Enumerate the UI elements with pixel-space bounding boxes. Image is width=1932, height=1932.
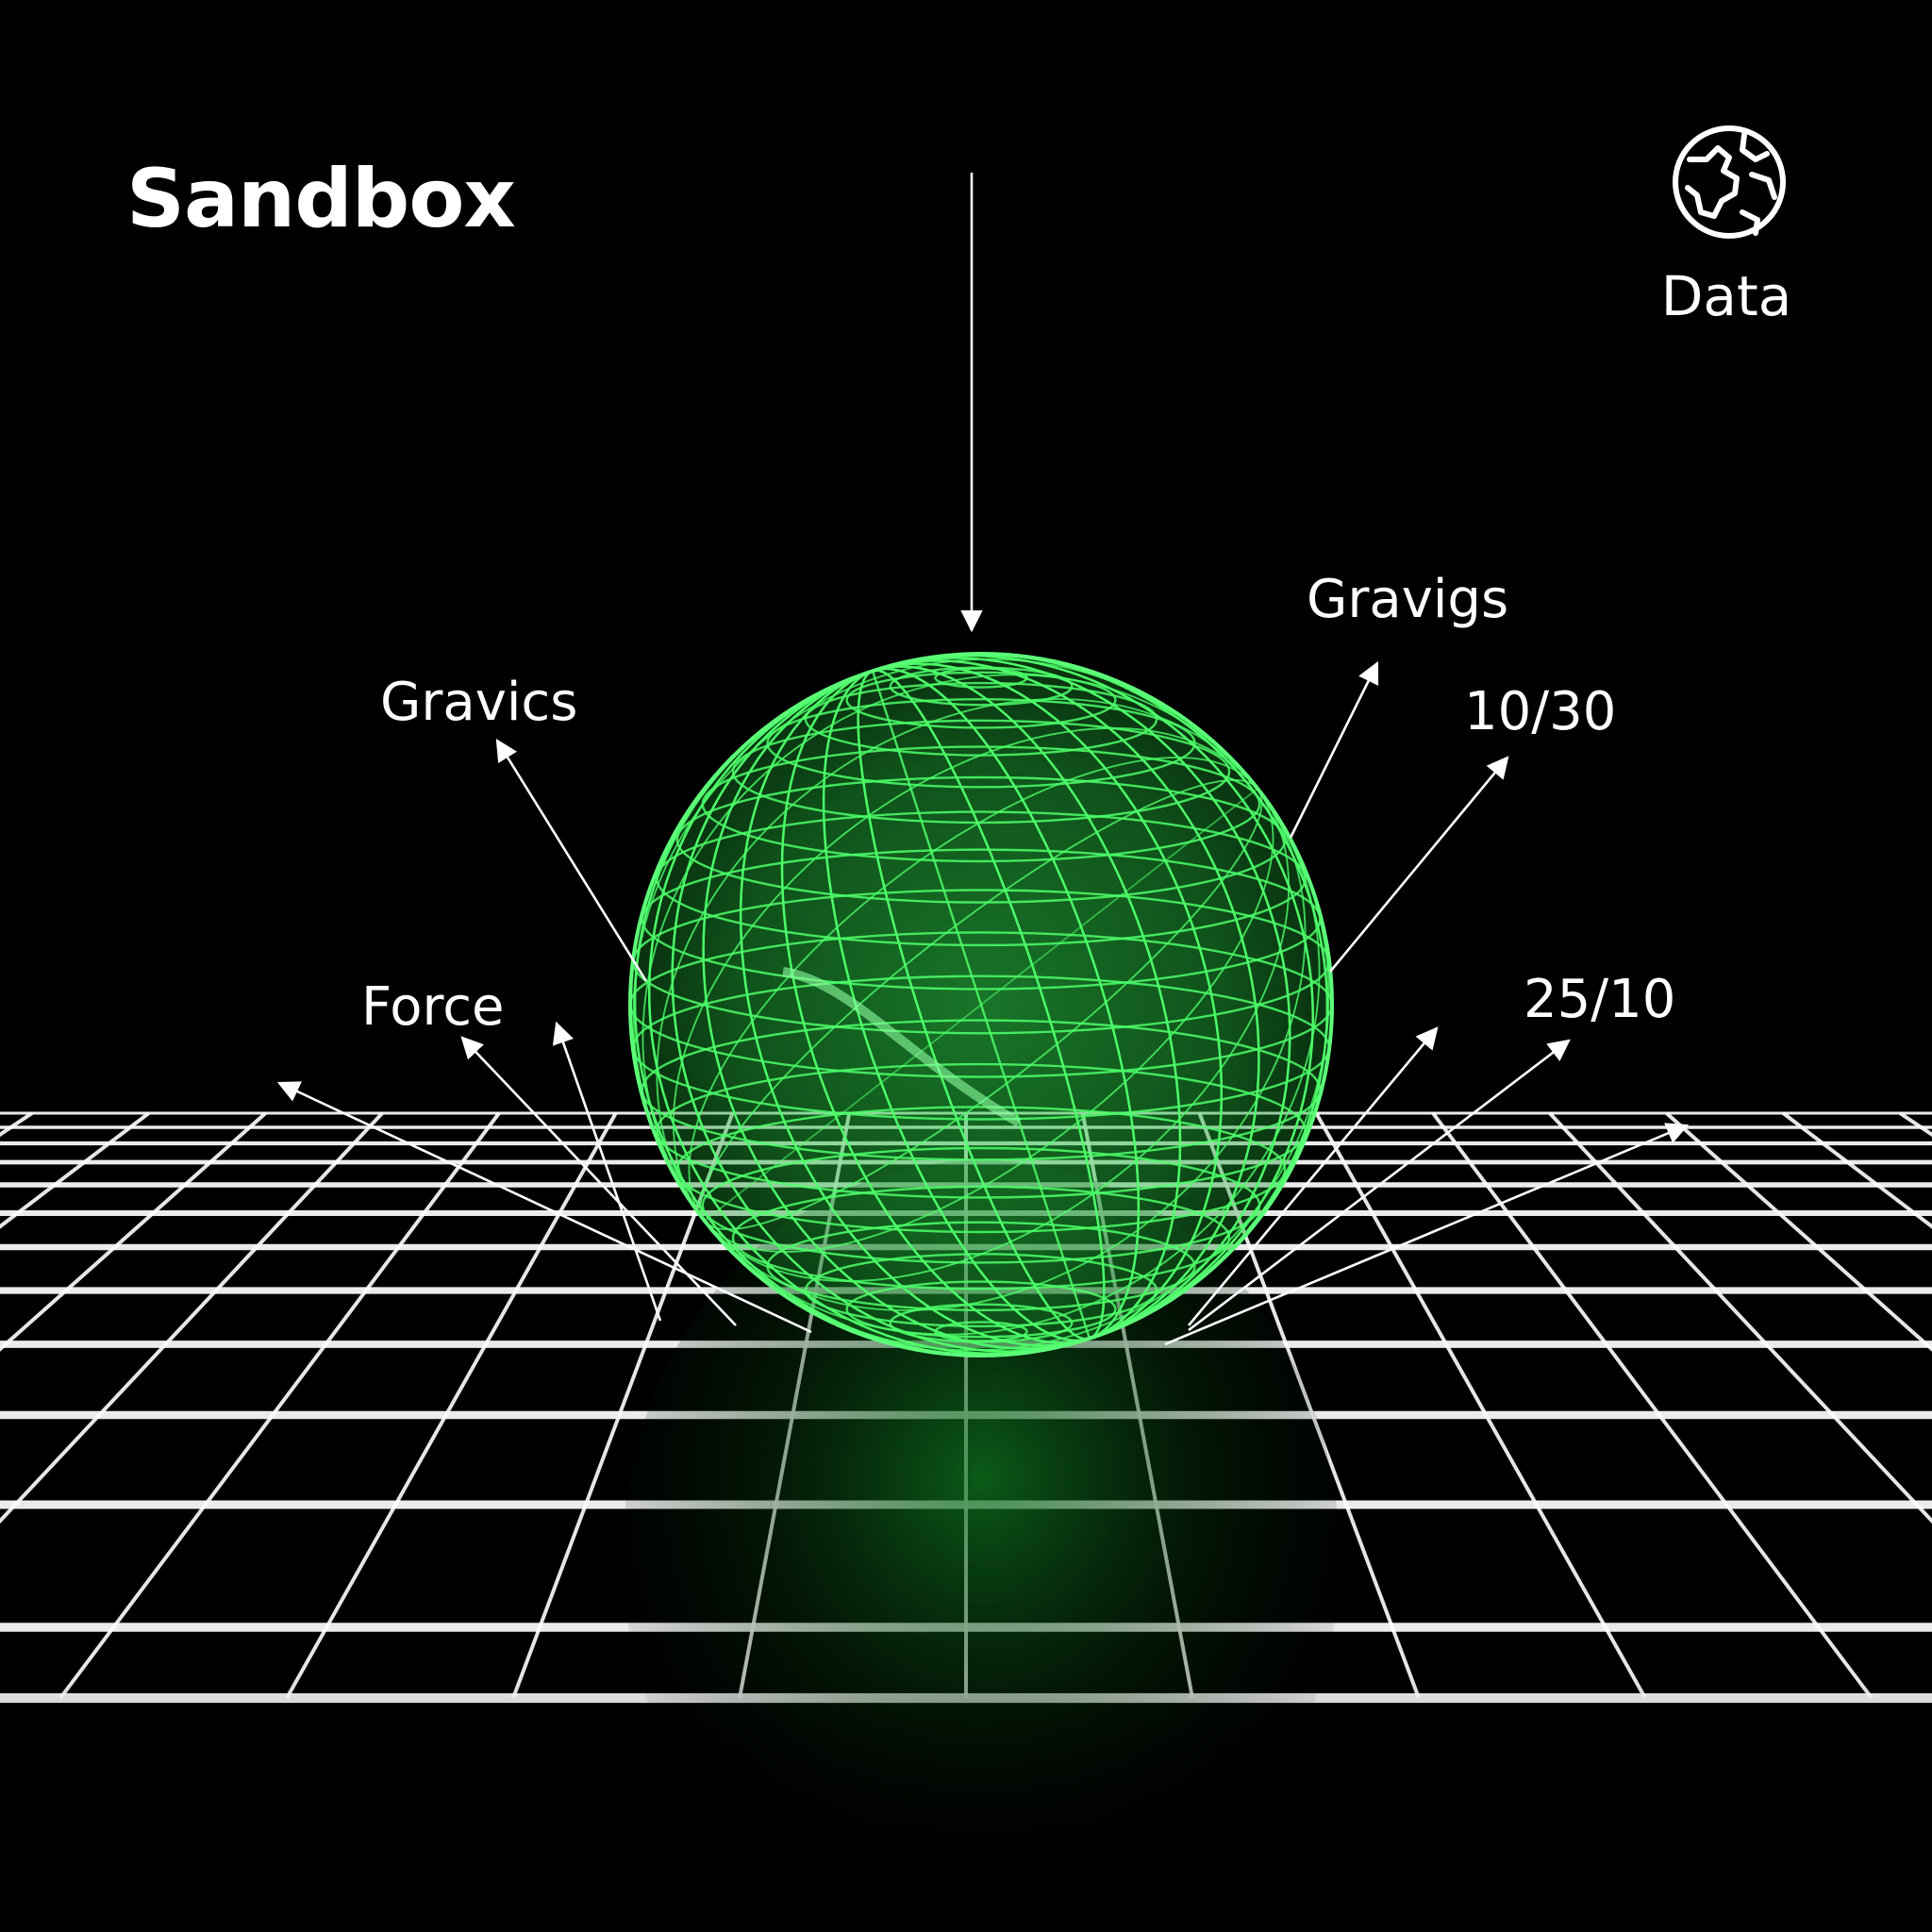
vector-arrow-gravigs <box>1289 660 1379 839</box>
page-title: Sandbox <box>126 152 516 246</box>
annotation-gravics: Gravics <box>380 672 578 733</box>
grid-line-radial <box>1898 1111 1932 1138</box>
bottom-fade <box>0 1679 1932 1932</box>
data-button-label: Data <box>1660 264 1792 328</box>
grid-line-radial <box>1548 1111 1932 1524</box>
grid-line-radial <box>1665 1111 1932 1352</box>
grid-line-radial <box>0 1111 384 1524</box>
data-button[interactable]: Data <box>1637 118 1816 335</box>
annotation-gravigs: Gravigs <box>1307 569 1509 630</box>
grid-line-radial <box>285 1112 618 1699</box>
annotation-ratio-bottom: 25/10 <box>1524 969 1676 1030</box>
sandbox-viewport[interactable]: Sandbox Data Gravics Gravigs 10/30 Force… <box>0 0 1932 1932</box>
grid-line-radial <box>0 1111 267 1352</box>
grid-line-radial <box>58 1111 501 1700</box>
grid-line-radial <box>1431 1111 1874 1700</box>
vector-arrow-gravics <box>495 739 648 982</box>
globe-icon <box>1673 125 1786 239</box>
wireframe-sphere[interactable] <box>489 512 1474 1497</box>
annotation-ratio-top: 10/30 <box>1464 681 1617 742</box>
annotation-force: Force <box>361 976 505 1038</box>
grid-line-radial <box>1314 1112 1647 1699</box>
vector-arrow-ratio-top <box>1328 756 1509 973</box>
grid-line-radial <box>0 1111 34 1138</box>
